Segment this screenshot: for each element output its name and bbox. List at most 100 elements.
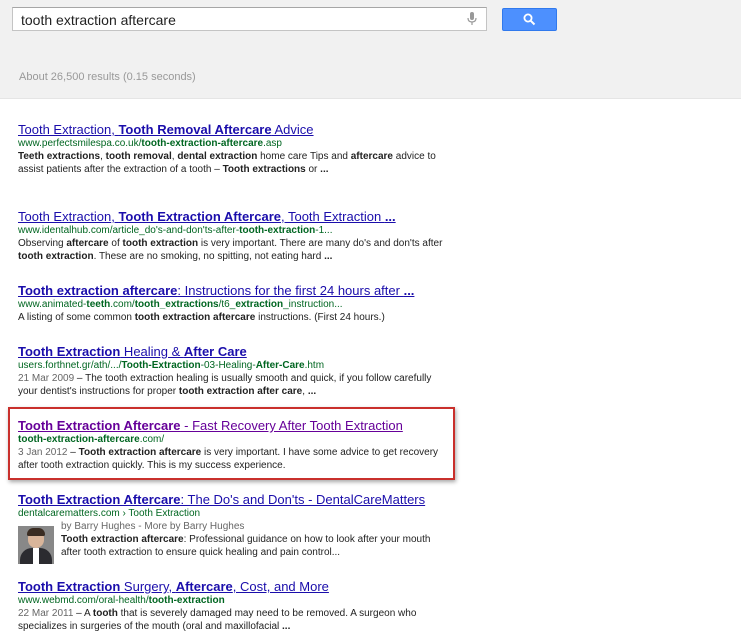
text-run: Surgery, [120, 579, 176, 594]
result-snippet: 21 Mar 2009 – The tooth extraction heali… [18, 372, 448, 398]
result-url[interactable]: users.forthnet.gr/ath/.../Tooth-Extracti… [18, 359, 448, 372]
text-run: Tooth Extraction [18, 344, 121, 359]
result-date: 22 Mar 2011 [18, 608, 74, 619]
text-run: tooth [92, 608, 118, 619]
result-snippet: A listing of some common tooth extractio… [18, 311, 448, 324]
text-run: Observing [18, 238, 67, 249]
search-query[interactable]: tooth extraction aftercare [21, 12, 176, 28]
text-run: A listing of some common [18, 312, 135, 323]
text-run: After-Care [255, 360, 305, 371]
text-run: Tooth Extraction [18, 122, 112, 137]
text-run: tooth extraction [122, 238, 199, 249]
text-run: tooth-extraction [239, 225, 316, 236]
text-run: , Tooth Extraction [280, 209, 385, 224]
text-run: Healing & [120, 344, 184, 359]
text-run: www.perfectsmilespa.co.uk/ [18, 138, 142, 149]
result-url[interactable]: www.animated-teeth.com/tooth_extractions… [18, 298, 448, 311]
text-run: Tooth extraction aftercare [18, 283, 178, 298]
result-title-link[interactable]: Tooth Extraction Healing & After Care [18, 344, 448, 359]
search-result: Tooth Extraction Surgery, Aftercare, Cos… [18, 579, 448, 633]
text-run: of [108, 238, 123, 249]
text-run: instructions. (First 24 hours.) [255, 312, 385, 323]
text-run: -1... [315, 225, 333, 236]
text-run: : Instructions for the first 24 hours af… [177, 283, 404, 298]
text-run: www.webmd.com/oral-health/ [18, 595, 149, 606]
search-result: Tooth Extraction Healing & After Care use… [18, 344, 448, 398]
author-line[interactable]: by Barry Hughes - More by Barry Hughes [61, 520, 448, 533]
text-run: – A [73, 608, 93, 619]
text-run: www.identalhub.com/article_do's-and-don'… [18, 225, 240, 236]
search-button[interactable] [502, 8, 557, 31]
text-run: home care Tips and [257, 151, 351, 162]
text-run: is very important. There are many do's a… [198, 238, 443, 249]
result-url[interactable]: www.perfectsmilespa.co.uk/tooth-extracti… [18, 137, 448, 150]
result-title-link[interactable]: Tooth Extraction Aftercare: The Do's and… [18, 492, 448, 507]
text-run: Aftercare [175, 579, 233, 594]
result-title-link[interactable]: Tooth Extraction Surgery, Aftercare, Cos… [18, 579, 448, 594]
author-row: by Barry Hughes - More by Barry Hughes To… [18, 520, 448, 564]
text-run: aftercare [66, 238, 109, 249]
text-run: Tooth extraction aftercare [61, 534, 184, 545]
author-details: by Barry Hughes - More by Barry Hughes To… [61, 520, 448, 564]
result-url[interactable]: www.webmd.com/oral-health/tooth-extracti… [18, 594, 448, 607]
search-result: Tooth Extraction, Tooth Extraction After… [18, 209, 448, 263]
search-result: Tooth extraction aftercare: Instructions… [18, 283, 448, 324]
text-run: Tooth Extraction [18, 209, 112, 224]
text-run: Tooth-Extraction [121, 360, 201, 371]
text-run: ... [384, 209, 396, 224]
search-input[interactable]: tooth extraction aftercare [12, 7, 487, 31]
text-run: dental extraction [177, 151, 258, 162]
text-run: dentalcarematters.com › Tooth Extraction [18, 508, 201, 519]
microphone-icon[interactable] [467, 12, 477, 26]
text-run: tooth extraction [18, 251, 94, 262]
text-run: : The Do's and Don'ts - DentalCareMatter… [180, 492, 426, 507]
result-snippet: 22 Mar 2011 – A tooth that is severely d… [18, 607, 448, 633]
result-title-link[interactable]: Tooth extraction aftercare: Instructions… [18, 283, 448, 298]
text-run: _instruction... [283, 299, 343, 310]
text-run: .asp [263, 138, 282, 149]
text-run: Tooth Extraction Aftercare [18, 492, 181, 507]
text-run: Tooth extractions [222, 164, 306, 175]
text-run: or [305, 164, 321, 175]
text-run: Advice [271, 122, 314, 137]
text-run: . These are no smoking, no spitting, not… [93, 251, 325, 262]
text-run: users.forthnet.gr/ath/.../ [18, 360, 122, 371]
text-run: tooth-extraction-aftercare [141, 138, 264, 149]
text-run: .com/ [110, 299, 135, 310]
text-run: tooth-extraction [148, 595, 225, 606]
text-run: Tooth Extraction [18, 579, 121, 594]
text-run: /t6_ [218, 299, 236, 310]
text-run: ... [320, 164, 329, 175]
text-run: Teeth extractions [18, 151, 101, 162]
result-url[interactable]: dentalcarematters.com › Tooth Extraction [18, 507, 448, 520]
text-run: aftercare [350, 151, 393, 162]
search-result: Tooth Extraction, Tooth Removal Aftercar… [18, 122, 448, 176]
search-result: Tooth Extraction Aftercare: The Do's and… [18, 492, 448, 564]
text-run: tooth removal [105, 151, 172, 162]
result-snippet: Teeth extractions, tooth removal, dental… [18, 150, 448, 176]
result-url[interactable]: www.identalhub.com/article_do's-and-don'… [18, 224, 448, 237]
text-run: -03-Healing- [200, 360, 256, 371]
text-run: teeth [86, 299, 111, 310]
result-title-link[interactable]: Tooth Extraction, Tooth Extraction After… [18, 209, 448, 224]
text-run: After Care [183, 344, 247, 359]
text-run: ... [282, 621, 291, 632]
text-run: ... [324, 251, 333, 262]
result-date: 21 Mar 2009 [18, 373, 75, 384]
avatar[interactable] [18, 526, 54, 564]
text-run: ... [307, 386, 317, 397]
text-run: Tooth Extraction Aftercare [118, 209, 281, 224]
text-run: tooth_extractions [134, 299, 219, 310]
result-snippet: Tooth extraction aftercare: Professional… [61, 533, 448, 559]
text-run: Tooth Removal Aftercare [118, 122, 272, 137]
result-snippet: Observing aftercare of tooth extraction … [18, 237, 448, 263]
result-title-link[interactable]: Tooth Extraction, Tooth Removal Aftercar… [18, 122, 448, 137]
text-run: www.animated- [18, 299, 87, 310]
search-icon [523, 13, 536, 26]
text-run: tooth extraction after care [178, 386, 303, 397]
result-stats: About 26,500 results (0.15 seconds) [19, 71, 196, 83]
text-run: tooth extraction aftercare [134, 312, 256, 323]
highlight-annotation [8, 407, 455, 480]
text-run: ... [403, 283, 415, 298]
text-run: extraction [235, 299, 284, 310]
